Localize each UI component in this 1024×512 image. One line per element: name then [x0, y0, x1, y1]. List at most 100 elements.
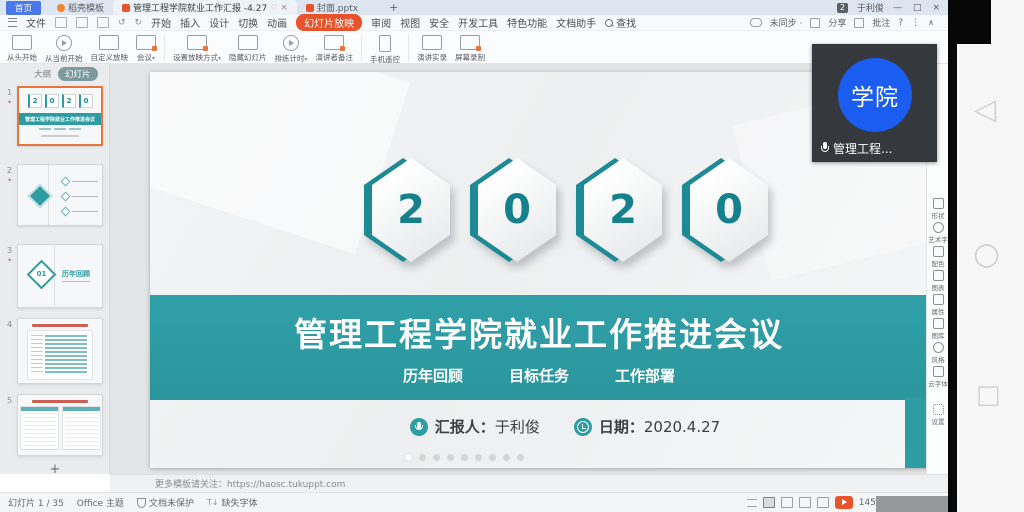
cloud-sync-icon[interactable]	[750, 18, 762, 27]
mini-title-band: 管理工程学院就业工作推进会议	[19, 113, 101, 125]
menu-slideshow[interactable]: 幻灯片放映	[296, 14, 362, 31]
mini-hex: 0	[79, 94, 93, 108]
missing-fonts[interactable]: T↓缺失字体	[207, 496, 258, 509]
slide-sorter-icon[interactable]	[781, 497, 793, 508]
user-name[interactable]: 于利俊	[857, 1, 884, 14]
favorite-icon[interactable]	[270, 3, 277, 13]
play-from-start-button[interactable]: 从头开始	[4, 34, 40, 64]
notes-toggle-icon[interactable]	[747, 499, 757, 507]
meeting-button[interactable]: 会议	[133, 34, 159, 64]
menu-security[interactable]: 安全	[429, 15, 449, 30]
menu-view[interactable]: 视图	[400, 15, 420, 30]
sidebar-item-charts[interactable]: 图表	[927, 270, 949, 292]
print-icon[interactable]	[76, 17, 88, 28]
menu-doc-assistant[interactable]: 文档助手	[556, 15, 596, 30]
menu-start[interactable]: 开始	[151, 15, 171, 30]
year-digit: 2	[397, 187, 425, 233]
menu-design[interactable]: 设计	[209, 15, 229, 30]
sidebar-item-style[interactable]: 风格	[927, 342, 949, 364]
message-badge[interactable]: 2	[837, 3, 848, 13]
rehearse-timing-button[interactable]: 排练计时	[272, 34, 311, 65]
menu-features[interactable]: 特色功能	[507, 15, 547, 30]
mini-hex: 2	[62, 94, 76, 108]
theme-name[interactable]: Office 主题	[77, 496, 124, 509]
custom-show-button[interactable]: 自定义放映	[88, 34, 132, 64]
redo-icon[interactable]	[135, 18, 143, 28]
sidebar-item-settings[interactable]: 设置	[927, 404, 949, 426]
pagination-dot	[433, 454, 440, 461]
speaker-notes-button[interactable]: 演讲者备注	[313, 34, 357, 64]
teal-side-strip	[905, 397, 928, 468]
hide-slide-button[interactable]: 隐藏幻灯片	[226, 34, 270, 64]
tab-slides[interactable]: 幻灯片	[58, 67, 98, 81]
phone-remote-button[interactable]: 手机遥控	[367, 34, 403, 66]
slide-thumbnail-5[interactable]	[17, 394, 103, 456]
record-presentation-button[interactable]: 演讲实录	[414, 34, 450, 64]
device-bezel	[948, 0, 957, 512]
agenda-item[interactable]: 工作部署	[615, 365, 675, 386]
screen-record-button[interactable]: 屏幕录制	[452, 34, 488, 64]
find-button[interactable]: 查找	[605, 15, 636, 30]
undo-icon[interactable]	[118, 18, 126, 28]
tab-active-document[interactable]: 管理工程学院就业工作汇报 -4.27	[113, 0, 297, 15]
share-icon[interactable]	[810, 18, 820, 28]
slide-title[interactable]: 管理工程学院就业工作推进会议	[150, 308, 928, 356]
sidebar-item-cloud-fonts[interactable]: 云字体	[927, 366, 949, 388]
agenda-item[interactable]: 目标任务	[509, 365, 569, 386]
sidebar-item-colors[interactable]: 配色	[927, 246, 949, 268]
maximize-button[interactable]: □	[913, 3, 922, 13]
comment-button[interactable]: 批注	[872, 16, 890, 29]
sidebar-item-shapes[interactable]: 形状	[927, 198, 949, 220]
slide-thumbnail-1[interactable]: 2020 管理工程学院就业工作推进会议	[17, 86, 103, 146]
tab-template-store[interactable]: 稻壳模板	[48, 0, 113, 15]
chevron-down-icon	[218, 53, 221, 62]
collapse-ribbon-icon[interactable]	[928, 18, 934, 28]
add-slide-button[interactable]: +	[0, 462, 110, 477]
comment-icon[interactable]	[854, 18, 864, 28]
more-menu-icon[interactable]	[911, 18, 920, 28]
sidebar-item-properties[interactable]: 属性	[927, 294, 949, 316]
title-band[interactable]: 管理工程学院就业工作推进会议 历年回顾 目标任务 工作部署	[150, 295, 928, 400]
back-button-icon[interactable]: ◁	[974, 92, 996, 126]
menu-file[interactable]: 文件	[26, 15, 46, 30]
share-button[interactable]: 分享	[828, 16, 846, 29]
menu-insert[interactable]: 插入	[180, 15, 200, 30]
new-tab-button[interactable]: +	[389, 1, 398, 14]
slideshow-play-button[interactable]	[835, 496, 853, 509]
show-settings-button[interactable]: 设置放映方式	[170, 34, 224, 64]
slide-thumbnail-2[interactable]	[17, 164, 103, 226]
fullscreen-view-icon[interactable]	[817, 497, 829, 508]
help-button[interactable]: ?	[898, 18, 903, 28]
close-tab-icon[interactable]	[280, 3, 288, 13]
hamburger-icon[interactable]	[8, 18, 17, 27]
menu-animation[interactable]: 动画	[267, 15, 287, 30]
preview-icon[interactable]	[97, 17, 109, 28]
slide-thumbnail-3[interactable]: 01 历年回顾	[17, 244, 103, 308]
minimize-button[interactable]: —	[893, 3, 902, 13]
wps-home-button[interactable]: 首页	[6, 1, 41, 15]
notes-bar[interactable]: 更多模板请关注：https://haosc.tukuppt.com	[110, 474, 948, 492]
recents-button-icon[interactable]: □	[976, 380, 1001, 410]
play-from-current-button[interactable]: 从当前开始	[42, 34, 86, 65]
close-button[interactable]: ×	[932, 3, 940, 13]
reading-view-icon[interactable]	[799, 497, 811, 508]
year-hexagons[interactable]: 2 0 2 0	[372, 158, 768, 262]
mini-hex: 2	[28, 94, 42, 108]
agenda-item[interactable]: 历年回顾	[403, 365, 463, 386]
slide-thumbnail-4[interactable]	[17, 318, 103, 384]
menu-transition[interactable]: 切换	[238, 15, 258, 30]
home-button-icon[interactable]: ○	[973, 236, 1000, 272]
tab-cover-document[interactable]: 封面.pptx	[297, 0, 367, 15]
normal-view-icon[interactable]	[763, 497, 775, 508]
presenter-info-row[interactable]: 汇报人：于利俊 日期：2020.4.27	[176, 416, 928, 437]
sidebar-item-gallery[interactable]: 图库	[927, 318, 949, 340]
menu-devtools[interactable]: 开发工具	[458, 15, 498, 30]
timer-icon	[283, 35, 299, 51]
sync-status[interactable]: 未同步 ·	[770, 16, 803, 29]
protection-status[interactable]: 文档未保护	[137, 496, 194, 509]
save-icon[interactable]	[55, 17, 67, 28]
video-call-overlay[interactable]: 学院 管理工程...	[812, 44, 937, 162]
sidebar-item-wordart[interactable]: 艺术字	[927, 222, 949, 244]
menu-review[interactable]: 审阅	[371, 15, 391, 30]
tab-outline[interactable]: 大纲	[34, 68, 51, 80]
